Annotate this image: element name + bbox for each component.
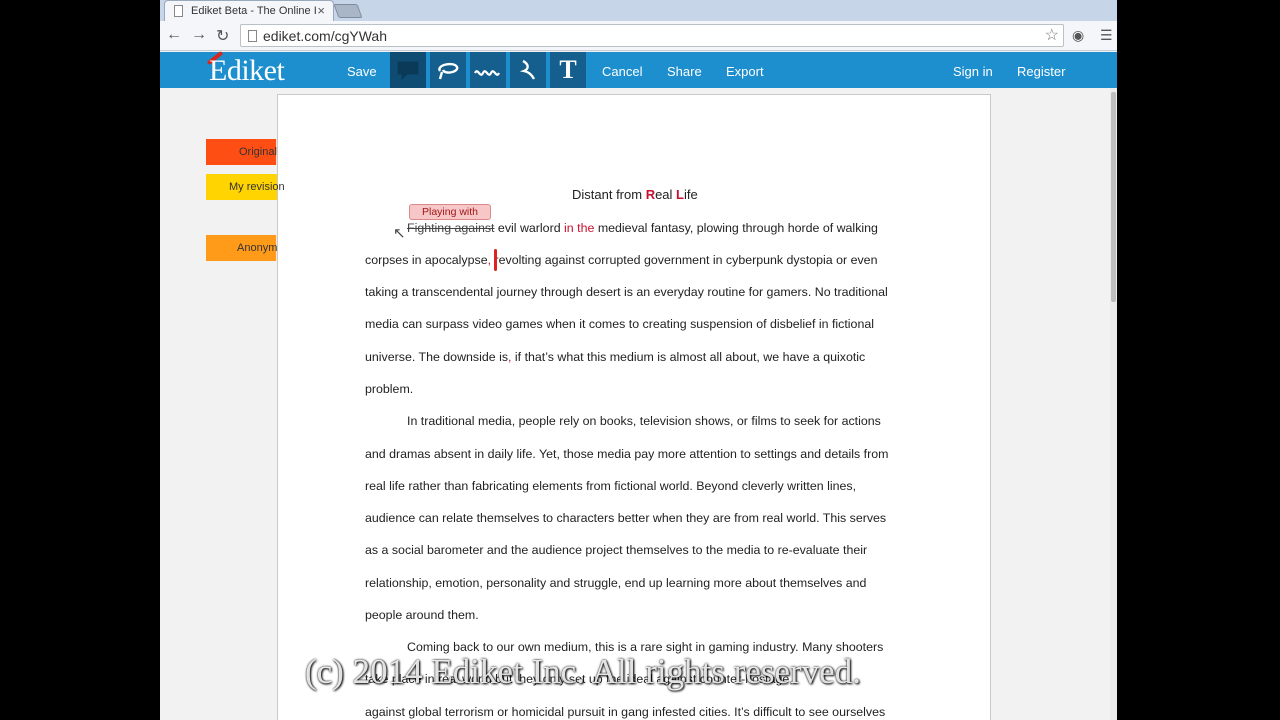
doc-line[interactable]: Fighting against evil warlord in the med… xyxy=(407,221,878,235)
text-run: revolting against corrupted government i… xyxy=(491,253,878,267)
doc-line[interactable]: and dramas absent in daily life. Yet, th… xyxy=(365,447,888,461)
comment-bubble[interactable]: Playing with xyxy=(409,204,491,220)
save-button[interactable]: Save xyxy=(347,64,377,79)
deleted-text[interactable]: Fighting against xyxy=(407,221,494,235)
comment-icon xyxy=(397,61,419,81)
revision-label: Original xyxy=(239,146,277,158)
doc-line[interactable]: corpses in apocalypse, revolting against… xyxy=(365,253,877,267)
doc-line[interactable]: taking a transcendental journey through … xyxy=(365,285,888,299)
browser-toolbar: ← → ↻ ediket.com/cgYWah ☆ ◉ ☰ xyxy=(160,21,1117,51)
reload-icon[interactable]: ↻ xyxy=(216,26,229,46)
page-icon xyxy=(174,5,183,17)
revision-label: My revision xyxy=(229,181,285,193)
close-tab-icon[interactable]: × xyxy=(317,3,325,18)
page-icon xyxy=(248,30,257,42)
address-bar[interactable]: ediket.com/cgYWah ☆ xyxy=(240,24,1064,47)
menu-icon[interactable]: ☰ xyxy=(1100,27,1113,44)
title-text: R xyxy=(645,187,656,202)
insert-icon xyxy=(519,59,536,80)
text-tool[interactable]: T xyxy=(550,52,586,88)
inserted-text[interactable]: in xyxy=(564,221,574,235)
sign-in-link[interactable]: Sign in xyxy=(953,64,993,79)
doc-line[interactable]: relationship, emotion, personality and s… xyxy=(365,576,866,590)
doc-line[interactable]: audience can relate themselves to charac… xyxy=(365,511,886,525)
forward-icon[interactable]: → xyxy=(191,26,207,44)
insert-tool[interactable] xyxy=(510,52,546,88)
tab-strip: Ediket Beta - The Online I × xyxy=(160,0,1117,21)
back-icon[interactable]: ← xyxy=(166,26,182,44)
text-run: corpses in apocalypse xyxy=(365,253,488,267)
export-button[interactable]: Export xyxy=(726,64,764,79)
new-tab-button[interactable] xyxy=(333,4,363,18)
app-logo[interactable]: Ediket xyxy=(209,54,285,88)
lasso-tool[interactable] xyxy=(430,52,466,88)
text-run: if that’s what this medium is almost all… xyxy=(511,350,866,364)
comment-tool[interactable] xyxy=(390,52,426,88)
doc-line[interactable]: as a social barometer and the audience p… xyxy=(365,543,867,557)
doc-line[interactable]: media can surpass video games when it co… xyxy=(365,317,874,331)
doc-line[interactable]: people around them. xyxy=(365,608,479,622)
scrollbar-thumb[interactable] xyxy=(1111,92,1116,302)
text-run: universe. The downside is xyxy=(365,350,509,364)
browser-window: Ediket Beta - The Online I × ← → ↻ edike… xyxy=(160,0,1117,720)
doc-line[interactable]: In traditional media, people rely on boo… xyxy=(407,414,881,428)
doc-line[interactable]: real life rather than fabricating elemen… xyxy=(365,479,856,493)
extension-icon[interactable]: ◉ xyxy=(1072,27,1084,44)
text-run: medieval fantasy, plowing through horde … xyxy=(594,221,878,235)
title-text: Distant from xyxy=(572,187,646,202)
copyright-watermark: (c) 2014 Ediket Inc. All rights reserved… xyxy=(305,652,861,691)
tab-title: Ediket Beta - The Online I xyxy=(191,5,317,17)
inserted-text[interactable]: the xyxy=(577,221,594,235)
mouse-cursor-icon: ↖ xyxy=(393,225,406,242)
cancel-button[interactable]: Cancel xyxy=(602,64,642,79)
revision-label: Anonym xyxy=(237,242,278,254)
lasso-icon xyxy=(438,62,459,80)
doc-line[interactable]: universe. The downside is, if that’s wha… xyxy=(365,350,865,364)
title-text: ife xyxy=(684,187,698,202)
text-run: evil warlord xyxy=(494,221,565,235)
title-text: eal xyxy=(655,187,677,202)
title-text: L xyxy=(676,187,684,202)
bookmark-star-icon[interactable]: ☆ xyxy=(1045,25,1059,45)
doc-line[interactable]: against global terrorism or homicidal pu… xyxy=(365,705,885,719)
share-button[interactable]: Share xyxy=(667,64,702,79)
url-text: ediket.com/cgYWah xyxy=(263,28,387,44)
app-header: Ediket Save T Cancel Share Export Sign i… xyxy=(160,50,1117,88)
insertion-caret[interactable] xyxy=(494,249,497,271)
doc-line[interactable]: problem. xyxy=(365,382,413,396)
document-title: Distant from Real Life xyxy=(572,187,698,202)
browser-tab[interactable]: Ediket Beta - The Online I × xyxy=(164,0,334,21)
squiggle-tool[interactable] xyxy=(470,52,506,88)
squiggle-icon xyxy=(474,70,500,76)
register-link[interactable]: Register xyxy=(1017,64,1065,79)
